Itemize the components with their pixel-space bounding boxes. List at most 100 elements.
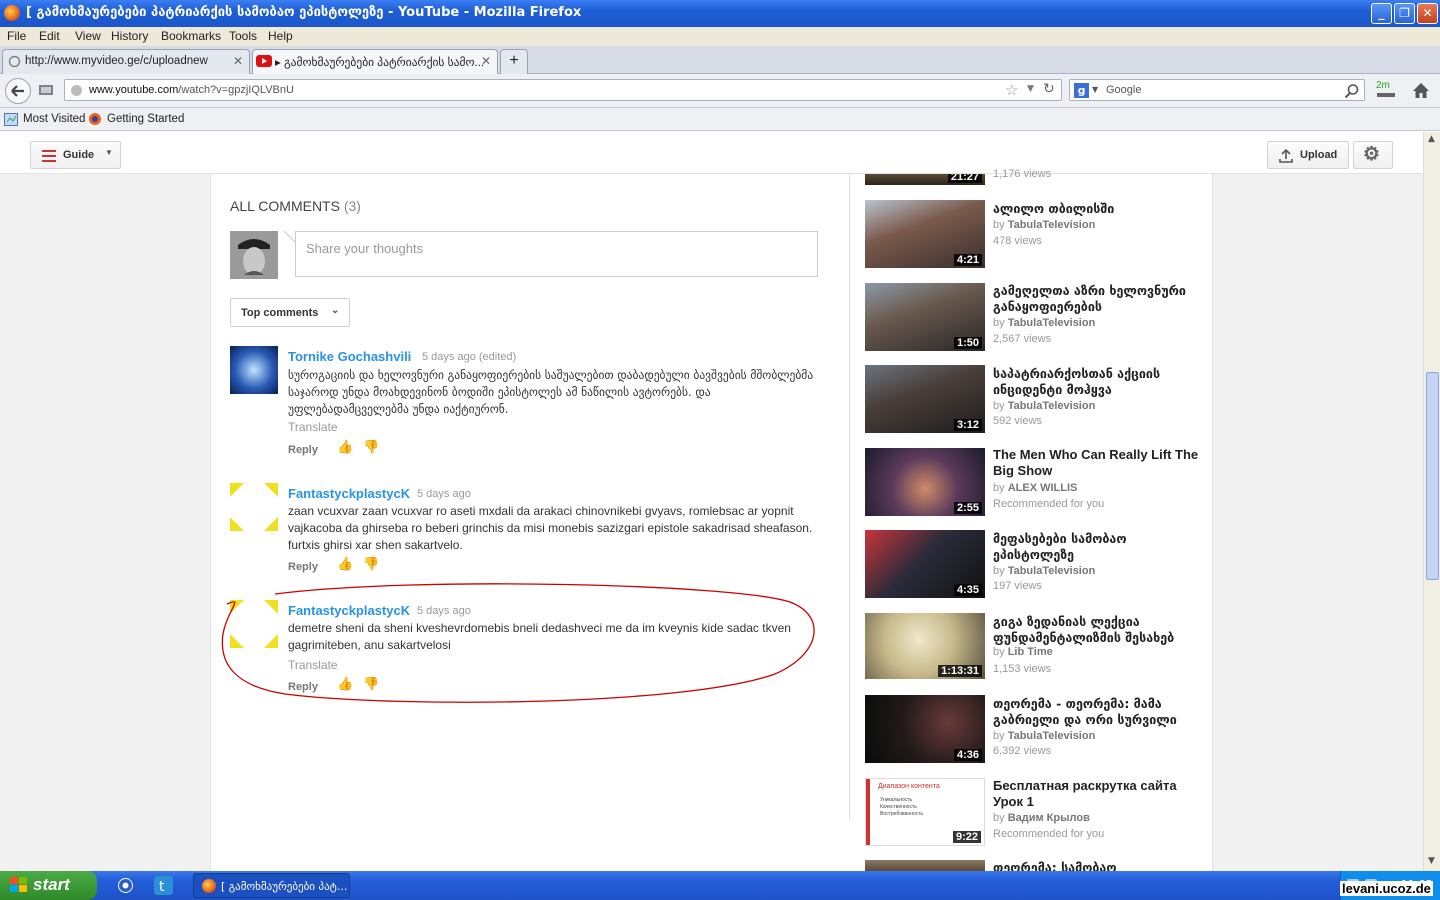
by-prefix: by <box>993 812 1005 824</box>
menu-help[interactable]: Help <box>268 29 293 43</box>
scroll-down-icon[interactable]: ▼ <box>1428 856 1435 866</box>
channel-name[interactable]: Lib Time <box>1008 646 1053 658</box>
close-button[interactable]: ✕ <box>1417 3 1438 24</box>
video-title[interactable]: The Men Who Can Really Lift The Big Show <box>993 447 1203 479</box>
home-icon[interactable] <box>1412 82 1430 99</box>
video-title[interactable]: საპატრიარქოსთან აქციის ინციდენტი მოჰყვა <box>993 366 1203 398</box>
tab-youtube[interactable]: ▸ გამოხმაურებები პატრიარქის სამო... ✕ <box>252 49 498 74</box>
reload-icon[interactable]: ↻ <box>1043 81 1055 97</box>
tab-close-icon[interactable]: ✕ <box>481 54 491 68</box>
back-button[interactable] <box>4 77 32 105</box>
search-icon[interactable] <box>1344 83 1360 99</box>
comment-date[interactable]: 5 days ago <box>417 488 471 500</box>
menu-bookmarks[interactable]: Bookmarks <box>161 29 221 43</box>
video-thumbnail[interactable]: 3:12 <box>865 365 985 433</box>
guide-button[interactable]: Guide ▼ <box>30 141 121 169</box>
guide-label: Guide <box>63 149 95 161</box>
site-identity-icon[interactable] <box>70 84 83 97</box>
by-prefix: by <box>993 400 1005 412</box>
search-bar[interactable]: g ▼ Google <box>1069 79 1365 101</box>
sort-label: Top comments <box>241 307 319 319</box>
tab-label: ▸ გამოხმაურებები პატრიარქის სამო... <box>275 57 485 69</box>
comment-date[interactable]: 5 days ago (edited) <box>422 351 516 363</box>
reply-button[interactable]: Reply <box>288 444 318 456</box>
channel-name[interactable]: TabulaTelevision <box>1008 317 1096 329</box>
bookmark-getting-started[interactable]: Getting Started <box>107 113 184 125</box>
by-prefix: by <box>993 730 1005 742</box>
video-title[interactable]: მეფასებები სამობაო ეპისტოლეზე <box>993 531 1203 563</box>
menu-tools[interactable]: Tools <box>229 29 257 43</box>
channel-name[interactable]: ALEX WILLIS <box>1008 482 1078 494</box>
bookmark-star-icon[interactable]: ☆ <box>1005 81 1018 99</box>
url-bar[interactable]: www.youtube.com/watch?v=gpzjIQLVBnU ☆ ▼ … <box>64 79 1062 101</box>
scroll-up-icon[interactable]: ▲ <box>1428 134 1435 144</box>
menu-view[interactable]: View <box>75 29 101 43</box>
video-thumbnail[interactable]: 1:50 <box>865 283 985 351</box>
channel-name[interactable]: TabulaTelevision <box>1008 219 1096 231</box>
video-title[interactable]: თეორემა: სამობაო <box>993 860 1203 871</box>
video-thumbnail[interactable]: 2:55 <box>865 448 985 516</box>
comment-avatar[interactable] <box>230 483 278 531</box>
channel-name[interactable]: TabulaTelevision <box>1008 730 1096 742</box>
comment-avatar[interactable] <box>230 346 278 394</box>
tab-close-icon[interactable]: ✕ <box>233 54 243 68</box>
bookmark-most-visited[interactable]: Most Visited <box>23 113 85 125</box>
thumbs-up-icon[interactable]: 👍 <box>337 557 353 572</box>
translate-link[interactable]: Translate <box>288 420 338 434</box>
video-thumbnail[interactable]: 1:13:31 <box>865 613 985 679</box>
video-thumbnail[interactable]: 4:35 <box>865 530 985 598</box>
share-thoughts-input[interactable]: Share your thoughts <box>295 231 818 277</box>
engine-dropdown-icon[interactable]: ▼ <box>1092 85 1098 94</box>
video-thumbnail[interactable]: 4:36 <box>865 695 985 763</box>
dropdown-arrow-icon[interactable]: ▼ <box>1027 84 1034 94</box>
video-duration: 1:13:31 <box>938 665 982 677</box>
settings-button[interactable]: ⚙ <box>1353 141 1393 169</box>
upload-button[interactable]: Upload <box>1267 141 1349 169</box>
video-title[interactable]: Бесплатная раскрутка сайта Урок 1 <box>993 778 1203 810</box>
column-divider <box>849 174 850 820</box>
youtube-header: Guide ▼ Upload ⚙ <box>0 132 1440 174</box>
browser-quicklaunch-icon[interactable] <box>117 877 134 894</box>
comment-author[interactable]: Tornike Gochashvili <box>288 349 411 364</box>
menu-edit[interactable]: Edit <box>39 29 60 43</box>
video-title[interactable]: გიგა ზედანიას ლექცია ფუნდამენტალიზმის შე… <box>993 614 1203 646</box>
video-title[interactable]: თეორემა - თეორემა: მამა გაბრიელი და ორი … <box>993 696 1203 728</box>
thumbs-down-icon[interactable]: 👎 <box>363 557 379 572</box>
video-title[interactable]: გამეღელთა აზრი ხელოვნური განაყოფიერების <box>993 283 1203 315</box>
scrollbar-thumb[interactable] <box>1426 372 1439 580</box>
comment-author[interactable]: FantastyckplastycK <box>288 486 410 501</box>
new-tab-button[interactable]: + <box>500 49 528 74</box>
menu-history[interactable]: History <box>111 29 148 43</box>
thumbs-up-icon[interactable]: 👍 <box>337 440 353 455</box>
reply-button[interactable]: Reply <box>288 561 318 573</box>
channel-name[interactable]: TabulaTelevision <box>1008 565 1096 577</box>
window-titlebar[interactable]: [ გამოხმაურებები პატრიარქის სამობაო ეპის… <box>0 0 1440 27</box>
by-prefix: by <box>993 565 1005 577</box>
channel-name[interactable]: TabulaTelevision <box>1008 400 1096 412</box>
start-button[interactable]: start <box>0 871 97 900</box>
minimize-button[interactable]: _ <box>1371 3 1392 24</box>
taskbar-window-label: [ გამოხმაურებები პატ... <box>221 880 348 893</box>
menu-file[interactable]: File <box>7 29 26 43</box>
by-prefix: by <box>993 482 1005 494</box>
tab-myvideo[interactable]: http://www.myvideo.ge/c/uploadnew ✕ <box>2 49 250 74</box>
page-scrollbar[interactable]: ▲ ▼ <box>1423 132 1440 871</box>
tab-strip: http://www.myvideo.ge/c/uploadnew ✕ ▸ გა… <box>0 46 1440 74</box>
maximize-button[interactable]: ❐ <box>1394 3 1415 24</box>
video-thumbnail[interactable] <box>865 860 985 871</box>
video-title[interactable]: ალილო თბილისში <box>993 201 1203 217</box>
video-thumbnail[interactable]: 21:27 <box>865 174 985 185</box>
video-thumbnail[interactable]: 4:21 <box>865 200 985 268</box>
sort-comments-dropdown[interactable]: Top comments ⌄ <box>230 298 350 327</box>
video-thumbnail[interactable]: Диапазон контента Уникальность Качествен… <box>865 778 985 846</box>
tab-label: http://www.myvideo.ge/c/uploadnew <box>25 55 208 67</box>
taskbar-firefox-window[interactable]: [ გამოხმაურებები პატ... <box>193 873 350 898</box>
video-duration: 4:21 <box>953 254 982 266</box>
addon-badge[interactable]: 2m <box>1376 80 1390 91</box>
google-engine-icon[interactable]: g <box>1074 83 1089 98</box>
thumbs-down-icon[interactable]: 👎 <box>363 440 379 455</box>
history-icon[interactable] <box>38 83 54 97</box>
channel-name[interactable]: Вадим Крылов <box>1008 812 1090 824</box>
twitter-quicklaunch-icon[interactable]: t <box>154 876 173 895</box>
firefox-icon <box>202 879 216 893</box>
